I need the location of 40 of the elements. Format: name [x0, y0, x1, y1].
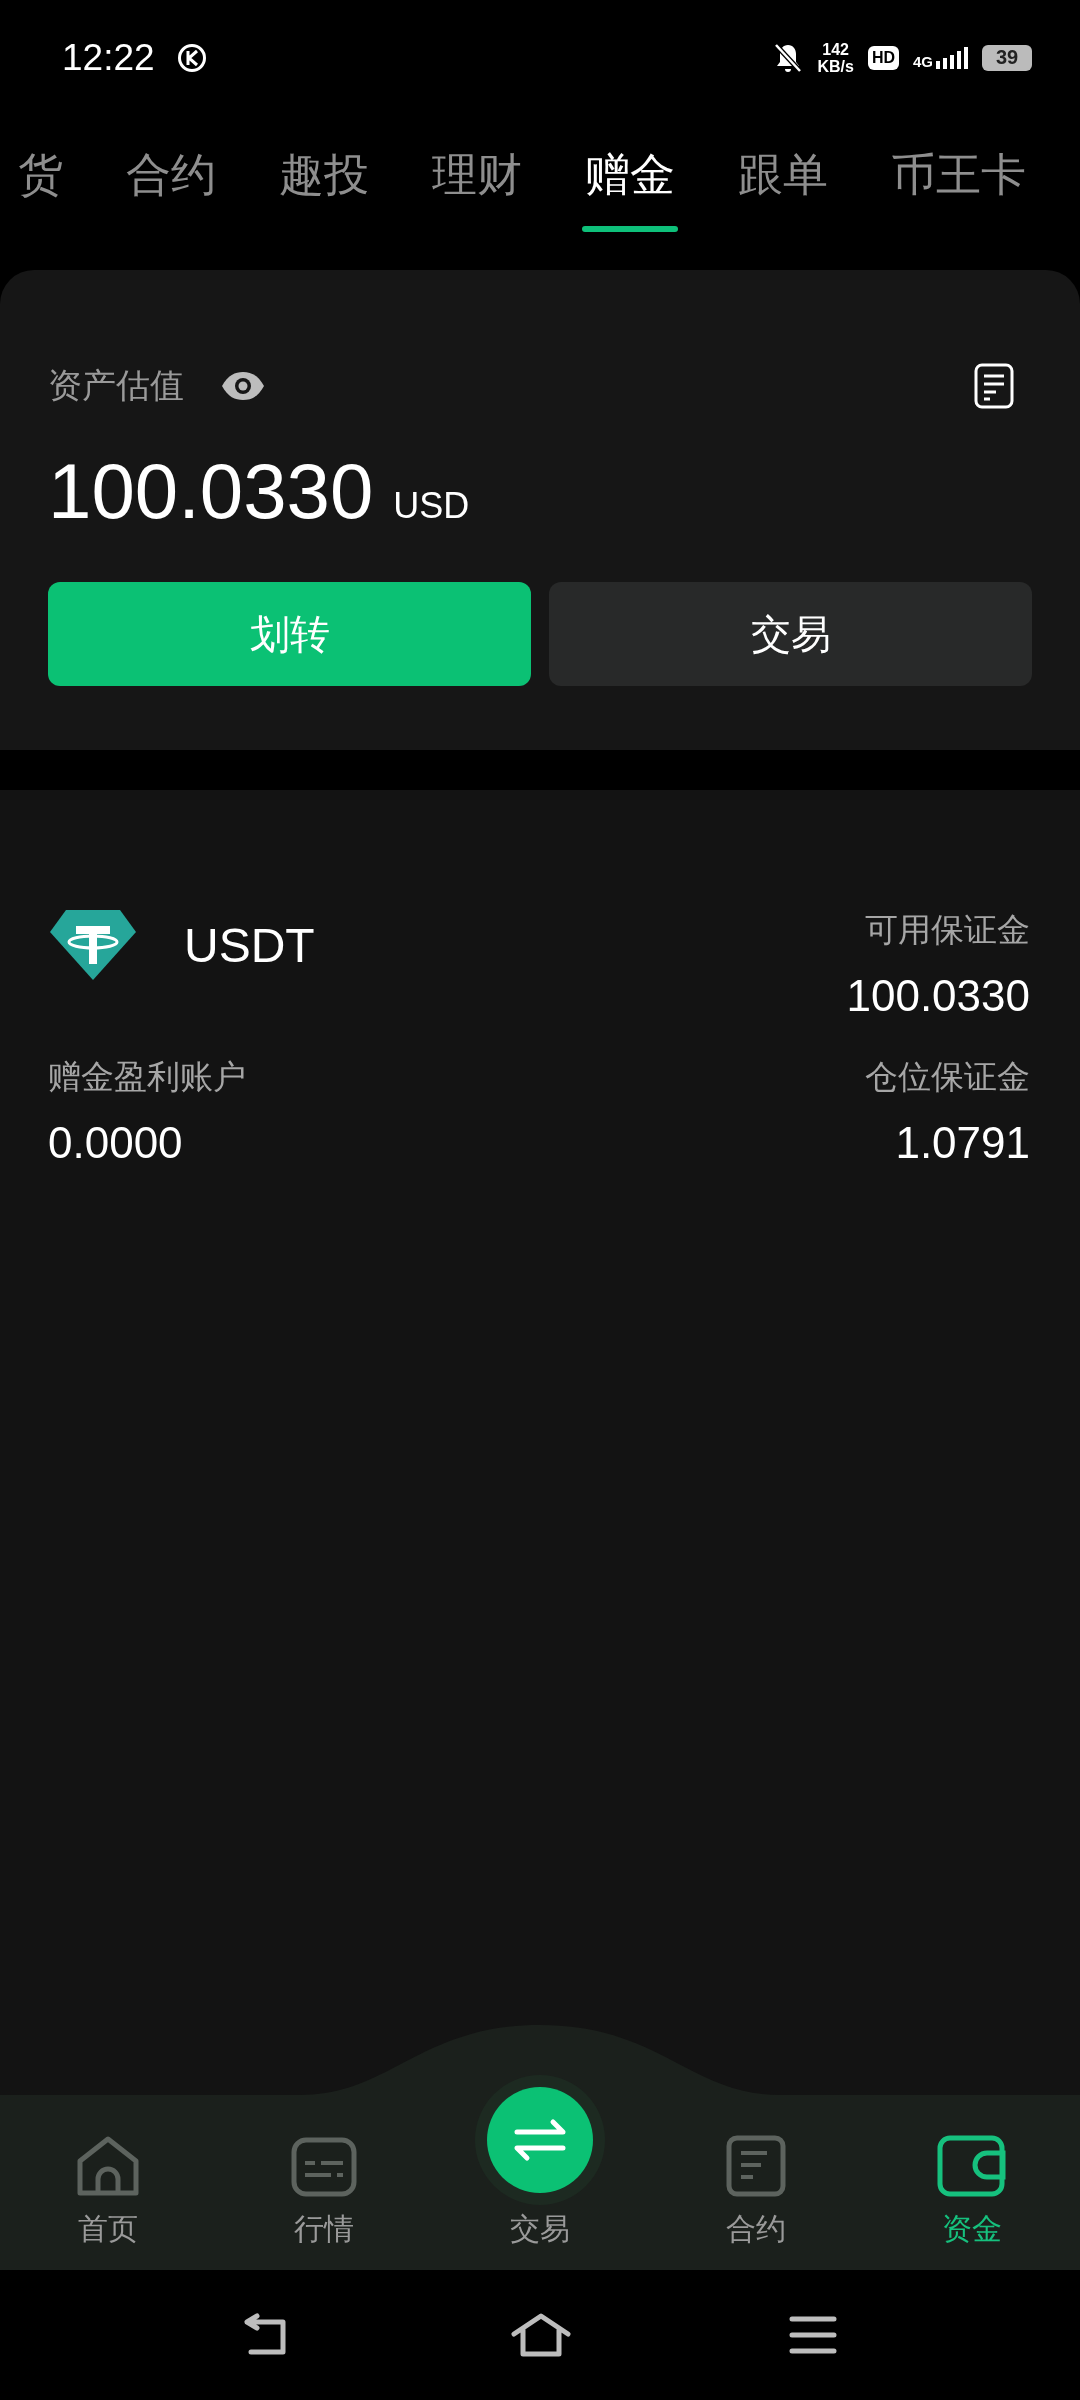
chart-card-icon — [291, 2137, 357, 2197]
speed-value: 142 — [822, 40, 849, 58]
home-icon — [76, 2135, 140, 2197]
tab[interactable]: 赠金 — [585, 115, 675, 250]
muted-bell-icon — [773, 41, 804, 74]
trade-button[interactable]: 交易 — [549, 582, 1032, 686]
field-value: 0.0000 — [48, 1118, 184, 1168]
menu-icon[interactable] — [789, 2315, 837, 2355]
battery-icon: 39 — [982, 44, 1032, 71]
nav-tab[interactable]: 首页 — [0, 2025, 216, 2270]
tab[interactable]: 理财 — [432, 115, 522, 250]
network-type: 4G — [913, 53, 933, 69]
clock-time: 12:22 — [62, 36, 155, 79]
wallet-icon — [937, 2135, 1007, 2197]
asset-amount: 100.0330 — [48, 446, 374, 537]
tab[interactable]: 合约 — [126, 115, 216, 250]
tab[interactable]: 币王卡 — [891, 115, 1026, 250]
eye-icon[interactable] — [220, 371, 266, 401]
hd-badge: HD — [867, 45, 899, 70]
tab[interactable]: 趣投 — [279, 115, 369, 250]
coin-name: USDT — [184, 917, 315, 973]
field-label: 赠金盈利账户 — [48, 1056, 247, 1098]
speed-unit: KB/s — [817, 57, 854, 75]
nav-tab[interactable]: 资金 — [864, 2025, 1080, 2270]
home-icon[interactable] — [511, 2312, 571, 2358]
field-value: 1.0791 — [895, 1118, 1030, 1168]
tab[interactable]: 货 — [18, 115, 63, 250]
tether-logo-icon — [48, 908, 138, 982]
signal-icon — [936, 46, 968, 69]
asset-label: 资产估值 — [48, 364, 184, 407]
k-circle-icon — [176, 42, 207, 73]
field-value: 100.0330 — [846, 971, 1030, 1021]
nav-tab[interactable]: 合约 — [648, 2025, 864, 2270]
tab[interactable]: 跟单 — [738, 115, 828, 250]
document-icon[interactable] — [974, 363, 1014, 409]
field-label: 可用保证金 — [865, 909, 1030, 951]
currency-unit: USD — [393, 485, 470, 527]
document-icon — [726, 2135, 786, 2197]
field-label: 仓位保证金 — [865, 1056, 1030, 1098]
nav-tab[interactable]: 行情 — [216, 2025, 432, 2270]
